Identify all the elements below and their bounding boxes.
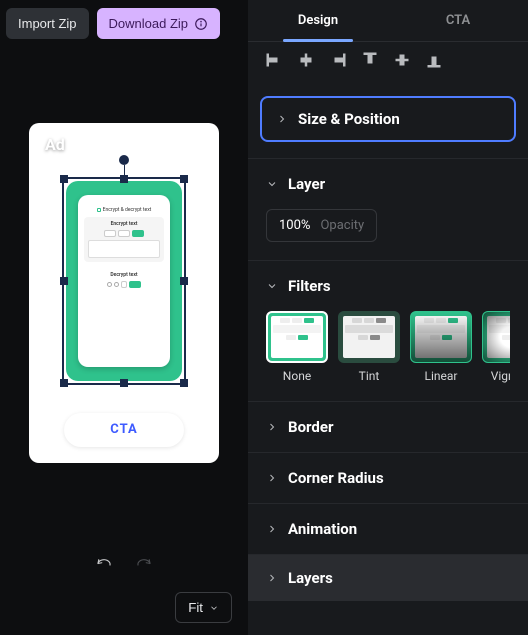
filter-none[interactable]: None bbox=[266, 311, 328, 383]
cta-button[interactable]: CTA bbox=[64, 413, 184, 447]
filter-tint[interactable]: Tint bbox=[338, 311, 400, 383]
section-filters: Filters None Tint Linear Vignette bbox=[248, 260, 528, 401]
section-filters-head[interactable]: Filters bbox=[248, 261, 528, 311]
tab-cta[interactable]: CTA bbox=[388, 0, 528, 41]
section-layer-head[interactable]: Layer bbox=[248, 159, 528, 209]
chevron-right-icon bbox=[266, 572, 278, 584]
chevron-right-icon bbox=[266, 421, 278, 433]
phone-mockup[interactable]: Encrypt & decrypt text Encrypt text Decr… bbox=[66, 181, 182, 381]
download-zip-label: Download Zip bbox=[109, 16, 189, 31]
align-top-icon[interactable] bbox=[362, 52, 378, 68]
chevron-right-icon bbox=[266, 523, 278, 535]
opacity-input[interactable]: 100% Opacity bbox=[266, 209, 377, 242]
canvas-area[interactable]: Ad Encrypt & decrypt text Encrypt text D… bbox=[0, 47, 248, 538]
section-size-position[interactable]: Size & Position bbox=[260, 96, 516, 142]
align-right-icon[interactable] bbox=[330, 52, 346, 68]
align-toolbar bbox=[248, 42, 528, 78]
phone-screen: Encrypt & decrypt text Encrypt text Decr… bbox=[78, 195, 170, 367]
download-zip-button[interactable]: Download Zip bbox=[97, 8, 221, 39]
section-border-head[interactable]: Border bbox=[248, 402, 528, 452]
ad-card[interactable]: Ad Encrypt & decrypt text Encrypt text D… bbox=[29, 123, 219, 463]
ad-label: Ad bbox=[45, 135, 65, 154]
undo-button[interactable] bbox=[95, 556, 113, 578]
phone-section-encrypt: Encrypt text bbox=[84, 217, 164, 262]
rotate-handle[interactable] bbox=[119, 155, 129, 165]
opacity-value: 100% bbox=[279, 218, 310, 233]
filter-linear[interactable]: Linear bbox=[410, 311, 472, 383]
section-title: Size & Position bbox=[298, 110, 400, 128]
inspector-tabs: Design CTA bbox=[248, 0, 528, 42]
section-corner-radius-head[interactable]: Corner Radius bbox=[248, 453, 528, 503]
chevron-down-icon bbox=[266, 178, 278, 190]
filters-list: None Tint Linear Vignette bbox=[266, 311, 510, 383]
fit-dropdown[interactable]: Fit bbox=[175, 592, 232, 623]
section-corner-radius: Corner Radius bbox=[248, 452, 528, 503]
redo-button[interactable] bbox=[135, 556, 153, 578]
undo-redo-row bbox=[0, 538, 248, 584]
filter-vignette[interactable]: Vignette bbox=[482, 311, 510, 383]
zoom-row: Fit bbox=[0, 584, 248, 635]
section-border: Border bbox=[248, 401, 528, 452]
chevron-down-icon bbox=[209, 603, 219, 613]
phone-section-decrypt: Decrypt text bbox=[84, 268, 164, 292]
align-bottom-icon[interactable] bbox=[426, 52, 442, 68]
resize-handle-tr[interactable] bbox=[180, 175, 188, 183]
opacity-label: Opacity bbox=[320, 218, 364, 233]
import-zip-button[interactable]: Import Zip bbox=[6, 8, 89, 39]
left-panel: Import Zip Download Zip Ad Encrypt & dec… bbox=[0, 0, 248, 635]
align-left-icon[interactable] bbox=[266, 52, 282, 68]
tab-design[interactable]: Design bbox=[248, 0, 388, 41]
resize-handle-br[interactable] bbox=[180, 379, 188, 387]
align-center-h-icon[interactable] bbox=[298, 52, 314, 68]
phone-title: Encrypt & decrypt text bbox=[84, 207, 164, 213]
section-animation-head[interactable]: Animation bbox=[248, 504, 528, 554]
chevron-down-icon bbox=[266, 280, 278, 292]
chevron-right-icon bbox=[276, 113, 288, 125]
info-icon bbox=[194, 17, 208, 31]
fit-label: Fit bbox=[188, 600, 203, 615]
inspector-panel: Design CTA Size & Position Layer 100% Op… bbox=[248, 0, 528, 635]
top-toolbar: Import Zip Download Zip bbox=[0, 0, 248, 47]
resize-handle-bl[interactable] bbox=[60, 379, 68, 387]
section-animation: Animation bbox=[248, 503, 528, 554]
resize-handle-tl[interactable] bbox=[60, 175, 68, 183]
section-layer: Layer 100% Opacity bbox=[248, 158, 528, 260]
section-layers[interactable]: Layers bbox=[248, 554, 528, 601]
chevron-right-icon bbox=[266, 472, 278, 484]
align-center-v-icon[interactable] bbox=[394, 52, 410, 68]
